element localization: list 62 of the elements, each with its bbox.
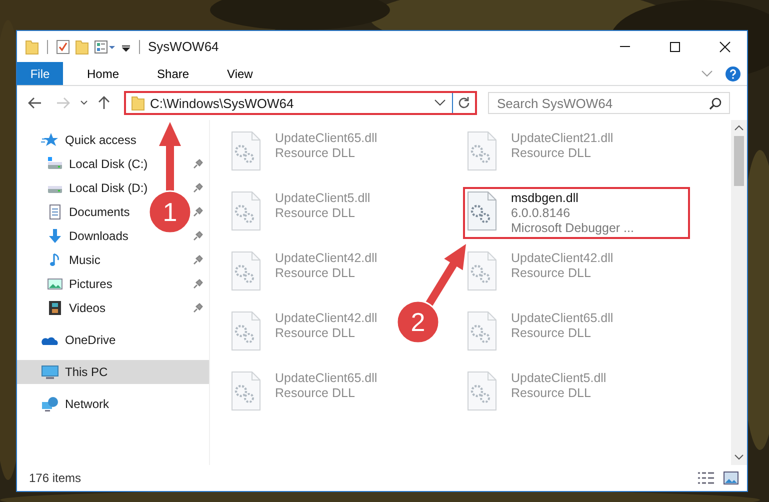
sidebar-item[interactable]: Local Disk (D:) [17,176,150,200]
file-icon [467,251,497,291]
minimize-icon [620,46,630,47]
pin-icon[interactable] [193,303,203,313]
image-icon [47,276,63,292]
refresh-icon[interactable] [457,96,471,110]
file-icon [467,131,497,171]
file-icon [467,191,497,231]
file-icon [467,311,497,351]
expand-ribbon-icon[interactable] [701,70,713,78]
scroll-up-icon[interactable] [734,124,744,132]
sidebar-item[interactable]: OneDrive [17,328,209,352]
close-icon [718,40,730,52]
pin-icon[interactable] [193,231,203,241]
scroll-down-icon[interactable] [734,453,744,461]
file-icon [231,371,261,411]
file-icon [231,131,261,171]
file-icon [231,191,261,231]
search-field[interactable]: Search SysWOW64 [488,92,730,114]
details-view-icon[interactable] [697,471,715,485]
file-menu-tab[interactable]: File [17,62,63,85]
maximize-icon [668,40,680,52]
download-arrow-icon [47,228,63,244]
star-icon [41,132,59,148]
caret-icon[interactable] [434,99,446,107]
drive-icon [47,156,63,172]
file-icon [231,251,261,291]
file-item[interactable]: msdbgen.dll 6.0.0.8146 Microsoft Debugger ... [463,187,690,239]
pin-icon[interactable] [193,279,203,289]
pin-icon[interactable] [193,159,203,169]
sidebar-item[interactable]: Documents [17,200,132,224]
sidebar-item[interactable]: Downloads [17,224,130,248]
view-options-icon[interactable] [94,38,116,54]
help-icon[interactable] [725,66,741,82]
pin-icon[interactable] [193,255,203,265]
ribbon-tab[interactable]: Home [73,62,134,85]
sidebar-item[interactable]: Pictures [17,272,114,296]
sidebar-item[interactable]: Videos [17,296,108,320]
sidebar-item[interactable]: This PC [17,360,209,384]
back-arrow-icon[interactable] [28,97,42,109]
up-arrow-icon[interactable] [98,96,110,110]
monitor-icon [41,364,59,380]
pin-icon[interactable] [193,183,203,193]
scrollbar[interactable] [731,120,747,465]
window-title: SysWOW64 [148,39,219,54]
item-count: 176 items [29,471,82,485]
ribbon-tab[interactable]: View [213,62,267,85]
network-icon [41,396,59,412]
file-icon [467,371,497,411]
scrollbar-thumb[interactable] [734,136,744,186]
pin-icon[interactable] [193,207,203,217]
large-icons-view-icon[interactable] [723,471,739,485]
sidebar-item[interactable]: Local Disk (C:) [17,152,150,176]
folder-icon [131,95,145,111]
film-icon [47,300,63,316]
ribbon-tab[interactable]: Share [143,62,204,85]
recent-locations-icon[interactable] [80,100,88,106]
sidebar-item[interactable]: Network [17,392,209,416]
sidebar-item[interactable]: Music [17,248,102,272]
file-icon [231,311,261,351]
address-bar[interactable]: C:\Windows\SysWOW64 [124,91,477,115]
document-icon [47,204,63,220]
